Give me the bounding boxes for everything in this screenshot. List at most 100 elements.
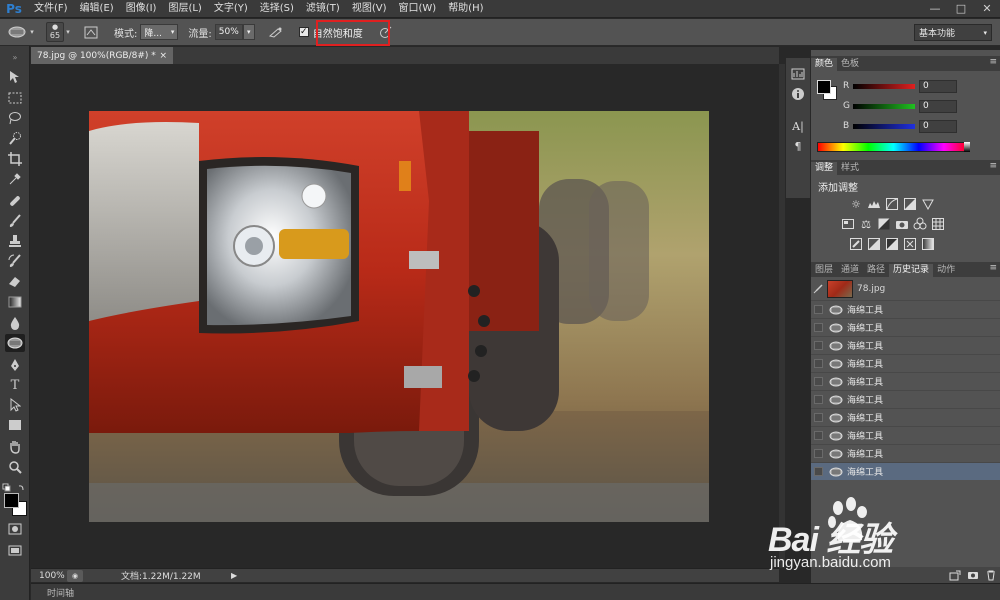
timeline-label[interactable]: 时间轴 bbox=[47, 586, 74, 599]
sponge-tool-preset-icon[interactable] bbox=[6, 22, 28, 42]
history-toggle[interactable] bbox=[811, 409, 825, 427]
menu-edit[interactable]: 编辑(E) bbox=[74, 0, 120, 18]
history-toggle[interactable] bbox=[811, 427, 825, 445]
tab-swatches[interactable]: 色板 bbox=[837, 58, 863, 71]
menu-file[interactable]: 文件(F) bbox=[28, 0, 74, 18]
black-white-icon[interactable] bbox=[875, 216, 893, 232]
document-tab[interactable]: 78.jpg @ 100%(RGB/8#) * × bbox=[31, 47, 173, 64]
posterize-icon[interactable] bbox=[865, 236, 883, 252]
preset-dropdown-icon[interactable]: ▾ bbox=[28, 22, 36, 42]
curves-icon[interactable] bbox=[883, 196, 901, 212]
brightness-icon[interactable]: ☼ bbox=[847, 196, 865, 212]
brush-tool-icon[interactable] bbox=[5, 212, 25, 230]
zoom-tool-icon[interactable] bbox=[5, 458, 25, 476]
tab-color[interactable]: 颜色 bbox=[811, 58, 838, 71]
menu-window[interactable]: 窗口(W) bbox=[392, 0, 442, 18]
vibrance-adj-icon[interactable] bbox=[919, 196, 937, 212]
menu-filter[interactable]: 滤镜(T) bbox=[300, 0, 346, 18]
history-item[interactable]: 海绵工具 bbox=[811, 300, 1000, 318]
brush-dropdown-icon[interactable]: ▾ bbox=[64, 22, 72, 42]
history-toggle[interactable] bbox=[811, 355, 825, 373]
vibrance-checkbox[interactable]: ✓ bbox=[298, 27, 309, 37]
panel-fg-swatch[interactable] bbox=[817, 80, 831, 94]
menu-layer[interactable]: 图层(L) bbox=[162, 0, 207, 18]
sponge-tool-icon[interactable] bbox=[5, 334, 25, 352]
exposure-icon[interactable] bbox=[901, 196, 919, 212]
blur-tool-icon[interactable] bbox=[5, 314, 25, 332]
status-arrow-icon[interactable]: ▶ bbox=[231, 571, 237, 580]
tab-actions[interactable]: 动作 bbox=[933, 264, 959, 277]
menu-type[interactable]: 文字(Y) bbox=[208, 0, 254, 18]
pen-tool-icon[interactable] bbox=[5, 356, 25, 374]
brush-panel-toggle-icon[interactable] bbox=[80, 22, 102, 42]
selective-color-icon[interactable] bbox=[901, 236, 919, 252]
tab-layers[interactable]: 图层 bbox=[811, 264, 837, 277]
move-tool-icon[interactable] bbox=[5, 68, 25, 86]
color-spectrum-bar[interactable] bbox=[817, 142, 970, 152]
history-toggle[interactable] bbox=[811, 373, 825, 391]
menu-help[interactable]: 帮助(H) bbox=[442, 0, 489, 18]
toolbar-collapse-icon[interactable]: » bbox=[5, 48, 25, 66]
history-toggle[interactable] bbox=[811, 319, 825, 337]
history-item[interactable]: 海绵工具 bbox=[811, 444, 1000, 462]
workspace-switcher[interactable]: 基本功能 ▾ bbox=[914, 24, 992, 41]
color-panel-menu-icon[interactable]: ≡ bbox=[989, 57, 997, 67]
canvas-vertical-scrollbar[interactable] bbox=[779, 64, 785, 568]
foreground-color-swatch[interactable] bbox=[4, 493, 19, 508]
status-menu-icon[interactable]: ◉ bbox=[67, 569, 83, 582]
photo-filter-icon[interactable] bbox=[893, 216, 911, 232]
paragraph-panel-icon[interactable]: ¶ bbox=[786, 136, 810, 156]
info-panel-icon[interactable] bbox=[786, 84, 810, 104]
tab-history[interactable]: 历史记录 bbox=[889, 264, 934, 277]
history-item[interactable]: 海绵工具 bbox=[811, 336, 1000, 354]
type-tool-icon[interactable]: T bbox=[5, 376, 25, 394]
zoom-level[interactable]: 100% bbox=[39, 571, 67, 581]
history-toggle[interactable] bbox=[811, 445, 825, 463]
history-item[interactable]: 海绵工具 bbox=[811, 390, 1000, 408]
menu-image[interactable]: 图像(I) bbox=[120, 0, 163, 18]
flow-dropdown-icon[interactable]: ▾ bbox=[242, 24, 255, 40]
blue-ramp[interactable] bbox=[853, 123, 915, 129]
levels-icon[interactable] bbox=[865, 196, 883, 212]
history-toggle[interactable] bbox=[811, 463, 825, 481]
maximize-button[interactable]: □ bbox=[948, 0, 974, 16]
quick-select-tool-icon[interactable] bbox=[5, 129, 25, 147]
document-tab-close-icon[interactable]: × bbox=[159, 51, 167, 61]
spectrum-bw-strip[interactable] bbox=[964, 142, 970, 152]
eraser-tool-icon[interactable] bbox=[5, 272, 25, 290]
character-panel-icon[interactable]: A| bbox=[786, 116, 810, 136]
menu-view[interactable]: 视图(V) bbox=[346, 0, 393, 18]
red-ramp[interactable] bbox=[853, 83, 915, 89]
airbrush-icon[interactable] bbox=[265, 22, 287, 42]
mode-select[interactable]: 降... ▾ bbox=[140, 24, 179, 40]
tab-paths[interactable]: 路径 bbox=[863, 264, 889, 277]
clone-stamp-tool-icon[interactable] bbox=[5, 232, 25, 250]
history-item[interactable]: 海绵工具 bbox=[811, 372, 1000, 390]
color-swatches[interactable] bbox=[3, 491, 29, 517]
hand-tool-icon[interactable] bbox=[5, 438, 25, 456]
healing-brush-tool-icon[interactable] bbox=[5, 192, 25, 210]
color-balance-icon[interactable]: ⚖ bbox=[857, 216, 875, 232]
red-value-input[interactable]: 0 bbox=[919, 79, 957, 93]
blue-value-input[interactable]: 0 bbox=[919, 119, 957, 133]
gradient-tool-icon[interactable] bbox=[5, 293, 25, 311]
screen-mode-icon[interactable] bbox=[5, 542, 25, 560]
green-ramp[interactable] bbox=[853, 103, 915, 109]
tab-adjustments[interactable]: 调整 bbox=[811, 162, 838, 175]
tab-channels[interactable]: 通道 bbox=[837, 264, 863, 277]
history-toggle[interactable] bbox=[811, 391, 825, 409]
history-item[interactable]: 海绵工具 bbox=[811, 354, 1000, 372]
crop-tool-icon[interactable] bbox=[5, 150, 25, 168]
channel-mixer-icon[interactable] bbox=[911, 216, 929, 232]
brush-size-picker[interactable]: ● 65 bbox=[46, 22, 64, 42]
flow-input[interactable]: 50% bbox=[214, 24, 243, 40]
history-item[interactable]: 海绵工具 bbox=[811, 426, 1000, 444]
document-photo[interactable] bbox=[89, 111, 709, 522]
lasso-tool-icon[interactable] bbox=[5, 109, 25, 127]
history-brush-tool-icon[interactable] bbox=[5, 252, 25, 270]
history-panel-menu-icon[interactable]: ≡ bbox=[989, 263, 997, 273]
tab-styles[interactable]: 样式 bbox=[837, 162, 863, 175]
path-select-tool-icon[interactable] bbox=[5, 396, 25, 414]
history-item[interactable]: 海绵工具 bbox=[811, 318, 1000, 336]
minimize-button[interactable]: — bbox=[922, 0, 948, 16]
